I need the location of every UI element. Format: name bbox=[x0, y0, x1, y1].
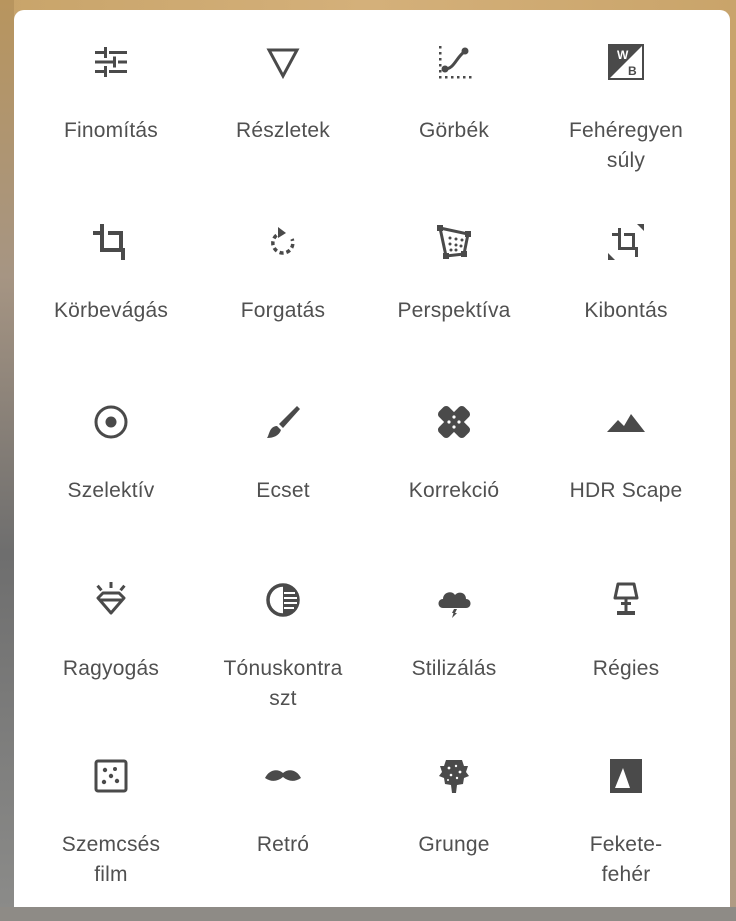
tool-tonuskontraszt[interactable]: Tónuskontra szt bbox=[198, 580, 368, 730]
triangle-details-icon bbox=[263, 42, 303, 82]
curves-icon bbox=[434, 42, 474, 82]
tool-gorbek[interactable]: Görbék bbox=[369, 42, 539, 192]
tools-panel: Finomítás Részletek Görbék W B Fehéregye… bbox=[14, 10, 730, 907]
tool-label: Forgatás bbox=[240, 299, 326, 322]
tool-label: Retró bbox=[256, 833, 310, 856]
perspective-icon bbox=[434, 222, 474, 262]
tool-perspektiva[interactable]: Perspektíva bbox=[369, 222, 539, 372]
tool-szelektiv[interactable]: Szelektív bbox=[26, 402, 196, 552]
tool-feheregyensuly[interactable]: W B Fehéregyen súly bbox=[541, 42, 711, 192]
tool-label: Korrekció bbox=[408, 479, 500, 502]
grainy-film-icon bbox=[91, 756, 131, 796]
expand-icon bbox=[606, 222, 646, 262]
tool-regies[interactable]: Régies bbox=[541, 580, 711, 730]
svg-text:B: B bbox=[628, 64, 637, 78]
background-photo-right bbox=[730, 0, 736, 921]
tool-ragyogas[interactable]: Ragyogás bbox=[26, 580, 196, 730]
tool-label: Körbevágás bbox=[53, 299, 169, 322]
tool-finomitas[interactable]: Finomítás bbox=[26, 42, 196, 192]
tool-label: Finomítás bbox=[64, 119, 158, 142]
glamour-glow-icon bbox=[91, 580, 131, 620]
background-photo-left bbox=[0, 0, 14, 921]
rotate-icon bbox=[263, 222, 303, 262]
svg-text:W: W bbox=[617, 48, 629, 62]
tool-hdrscape[interactable]: HDR Scape bbox=[541, 402, 711, 552]
tool-label: Ragyogás bbox=[62, 657, 160, 680]
tool-label: HDR Scape bbox=[569, 479, 683, 502]
vintage-lamp-icon bbox=[606, 580, 646, 620]
background-photo-bottom bbox=[0, 907, 736, 921]
tool-feketefeher[interactable]: Fekete-fehér bbox=[541, 756, 711, 906]
tune-sliders-icon bbox=[91, 42, 131, 82]
tool-korrekcio[interactable]: Korrekció bbox=[369, 402, 539, 552]
tool-grunge[interactable]: Grunge bbox=[369, 756, 539, 906]
background-photo-top bbox=[0, 0, 736, 10]
tonal-contrast-icon bbox=[263, 580, 303, 620]
mustache-icon bbox=[263, 756, 303, 796]
tool-ecset[interactable]: Ecset bbox=[198, 402, 368, 552]
healing-icon bbox=[434, 402, 474, 442]
grunge-icon bbox=[434, 756, 474, 796]
tool-label: Grunge bbox=[418, 833, 490, 856]
crop-icon bbox=[91, 222, 131, 262]
tool-kibontas[interactable]: Kibontás bbox=[541, 222, 711, 372]
white-balance-icon: W B bbox=[606, 42, 646, 82]
tool-label: Ecset bbox=[256, 479, 310, 502]
tool-label: Részletek bbox=[235, 119, 330, 142]
tool-stilizalas[interactable]: Stilizálás bbox=[369, 580, 539, 730]
tool-szemcses[interactable]: Szemcsés film bbox=[26, 756, 196, 906]
tool-label: Görbék bbox=[418, 119, 490, 142]
tool-korbevagas[interactable]: Körbevágás bbox=[26, 222, 196, 372]
brush-icon bbox=[263, 402, 303, 442]
selective-icon bbox=[91, 402, 131, 442]
tool-label: Szemcsés film bbox=[61, 833, 161, 886]
tool-reszletek[interactable]: Részletek bbox=[198, 42, 368, 192]
tool-label: Perspektíva bbox=[397, 299, 511, 322]
black-white-icon bbox=[606, 756, 646, 796]
tool-label: Fehéregyen súly bbox=[568, 119, 684, 172]
drama-cloud-icon bbox=[434, 580, 474, 620]
mountains-icon bbox=[606, 402, 646, 442]
tool-label: Fekete-fehér bbox=[589, 833, 663, 886]
tool-retro[interactable]: Retró bbox=[198, 756, 368, 906]
tool-label: Kibontás bbox=[584, 299, 668, 322]
tool-label: Szelektív bbox=[67, 479, 155, 502]
tool-forgatas[interactable]: Forgatás bbox=[198, 222, 368, 372]
tool-label: Tónuskontra szt bbox=[223, 657, 343, 710]
tool-label: Régies bbox=[592, 657, 660, 680]
tool-label: Stilizálás bbox=[411, 657, 497, 680]
